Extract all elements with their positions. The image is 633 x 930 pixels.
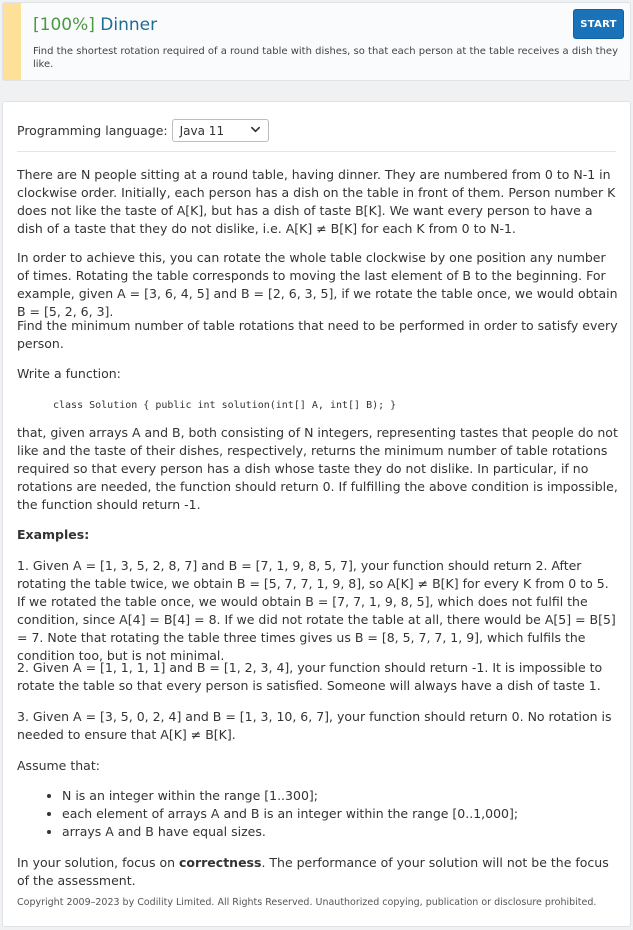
copyright: Copyright 2009–2023 by Codility Limited.… <box>17 897 597 908</box>
description-p1: There are N people sitting at a round ta… <box>17 167 616 236</box>
description-p5: that, given arrays A and B, both consist… <box>17 425 618 512</box>
description-p3: Find the minimum number of table rotatio… <box>17 318 618 351</box>
task-title: [100%] Dinner <box>33 15 157 35</box>
assume-label: Assume that: <box>17 758 100 773</box>
chevron-down-icon <box>250 126 260 133</box>
language-selected: Java 11 <box>179 123 225 138</box>
language-select[interactable]: Java 11 <box>171 119 269 142</box>
examples-heading: Examples: <box>17 527 90 542</box>
function-signature: class Solution { public int solution(int… <box>53 400 397 411</box>
divider <box>17 151 616 152</box>
language-label: Programming language: <box>17 123 168 138</box>
example-2: 2. Given A = [1, 1, 1, 1] and B = [1, 2,… <box>17 660 603 693</box>
focus-note: In your solution, focus on correctness. … <box>17 855 609 888</box>
task-score: [100%] <box>33 15 95 35</box>
task-content: Programming language: Java 11 There are … <box>2 101 631 927</box>
assumptions-list: N is an integer within the range [1..300… <box>17 787 620 841</box>
example-1: 1. Given A = [1, 3, 5, 2, 8, 7] and B = … <box>17 558 616 663</box>
accent-bar <box>3 3 21 80</box>
assumption-item: N is an integer within the range [1..300… <box>62 787 620 805</box>
start-button[interactable]: START <box>573 9 624 39</box>
description-p4: Write a function: <box>17 366 121 381</box>
description-p2: In order to achieve this, you can rotate… <box>17 250 618 319</box>
task-header: [100%] Dinner Find the shortest rotation… <box>2 2 631 81</box>
example-3: 3. Given A = [3, 5, 0, 2, 4] and B = [1,… <box>17 709 612 742</box>
task-name: Dinner <box>100 15 158 35</box>
language-row: Programming language: Java 11 <box>17 119 269 142</box>
task-summary: Find the shortest rotation required of a… <box>33 46 619 70</box>
focus-keyword: correctness <box>178 855 262 870</box>
assumption-item: arrays A and B have equal sizes. <box>62 823 620 841</box>
assumption-item: each element of arrays A and B is an int… <box>62 805 620 823</box>
